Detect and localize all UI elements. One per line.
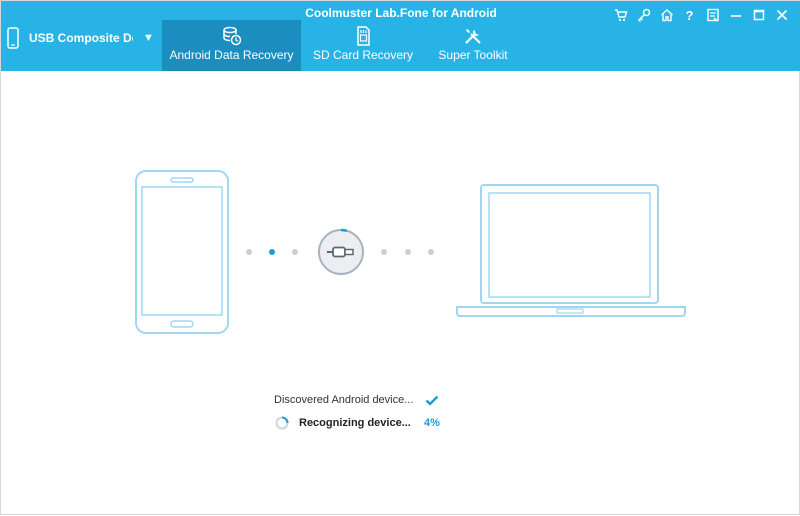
app-window: Coolmuster Lab.Fone for Android USB Comp… xyxy=(0,0,800,515)
loading-spinner-icon xyxy=(275,416,289,430)
progress-percent: 4% xyxy=(424,417,440,429)
checkmark-icon xyxy=(425,395,439,406)
phone-illustration xyxy=(135,170,229,334)
laptop-illustration xyxy=(456,184,686,317)
recognizing-status-text: Recognizing device... xyxy=(299,417,411,429)
usb-connector-icon xyxy=(318,228,364,275)
connection-illustration xyxy=(135,170,686,334)
discovered-status-text: Discovered Android device... xyxy=(274,394,414,406)
